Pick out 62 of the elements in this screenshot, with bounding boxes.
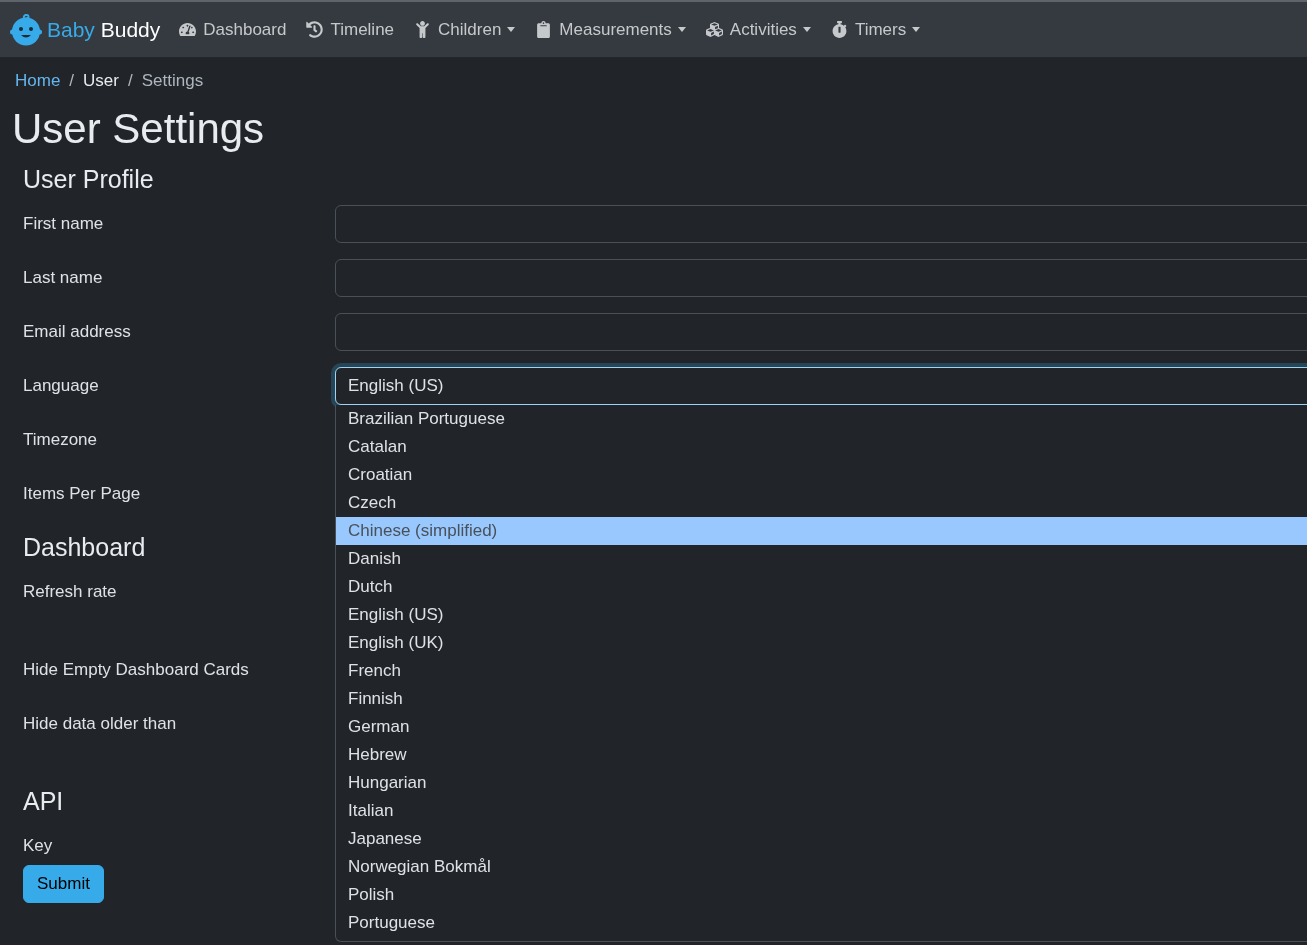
dropdown-option[interactable]: English (US): [336, 601, 1307, 629]
field-label: Hide Empty Dashboard Cards: [23, 659, 250, 681]
nav-link[interactable]: Activities: [695, 19, 821, 40]
dropdown-option[interactable]: Brazilian Portuguese: [336, 405, 1307, 433]
child-icon: [414, 21, 432, 38]
section-heading: Dashboard: [23, 532, 146, 562]
dropdown-option[interactable]: Norwegian Bokmål: [336, 853, 1307, 881]
field-label: Last name: [23, 267, 104, 289]
gauge-icon: [179, 21, 197, 38]
breadcrumb-text: User: [83, 70, 119, 92]
baby-face-icon: [10, 13, 42, 46]
dropdown-option[interactable]: Japanese: [336, 825, 1307, 853]
field-label: Items Per Page: [23, 483, 142, 505]
clipboard-icon: [535, 21, 553, 38]
dropdown-option[interactable]: Dutch: [336, 573, 1307, 601]
field-label: Key: [23, 835, 54, 857]
dropdown-option[interactable]: Catalan: [336, 433, 1307, 461]
page-title: User Settings: [12, 105, 265, 153]
dropdown-option[interactable]: German: [336, 713, 1307, 741]
submit-button[interactable]: Submit: [23, 865, 104, 903]
dropdown-option[interactable]: Hebrew: [336, 741, 1307, 769]
breadcrumb-separator: /: [128, 70, 133, 92]
caret-icon: [677, 27, 686, 32]
dropdown-option[interactable]: Hungarian: [336, 769, 1307, 797]
nav-link[interactable]: Timers: [820, 19, 931, 40]
section-heading: API: [23, 786, 64, 816]
cubes-icon: [705, 21, 723, 38]
nav-link[interactable]: Children: [404, 19, 526, 40]
caret-icon: [507, 27, 516, 32]
dropdown-option[interactable]: Croatian: [336, 461, 1307, 489]
dropdown-option[interactable]: Polish: [336, 881, 1307, 909]
field-label: Refresh rate: [23, 581, 118, 603]
nav-link[interactable]: Dashboard: [169, 19, 297, 40]
dropdown-option[interactable]: Chinese (simplified): [336, 517, 1307, 545]
dropdown-option[interactable]: Italian: [336, 797, 1307, 825]
dropdown-option[interactable]: French: [336, 657, 1307, 685]
nav-link[interactable]: Timeline: [296, 19, 405, 40]
field-label: Email address: [23, 321, 132, 343]
dropdown-option[interactable]: Portuguese: [336, 909, 1307, 937]
language-select[interactable]: English (US): [335, 367, 1307, 405]
breadcrumb-separator: /: [69, 70, 75, 92]
dropdown-option[interactable]: Czech: [336, 489, 1307, 517]
dropdown-option[interactable]: English (UK): [336, 629, 1307, 657]
history-icon: [306, 21, 324, 38]
dropdown-option[interactable]: Danish: [336, 545, 1307, 573]
breadcrumb-text: Settings: [141, 70, 204, 92]
field-label: Language: [23, 375, 100, 397]
caret-icon: [912, 27, 921, 32]
breadcrumb-link[interactable]: Home: [15, 69, 61, 93]
input-field[interactable]: [335, 313, 1307, 351]
nav-link[interactable]: Measurements: [525, 19, 696, 40]
stopwatch-icon: [830, 21, 848, 38]
dropdown-option[interactable]: Finnish: [336, 685, 1307, 713]
caret-icon: [802, 27, 811, 32]
field-label: Timezone: [23, 429, 98, 451]
field-label: First name: [23, 213, 105, 235]
input-field[interactable]: [335, 259, 1307, 297]
section-heading: User Profile: [23, 164, 154, 194]
brand-link[interactable]: Baby Buddy: [10, 13, 161, 46]
field-label: Hide data older than: [23, 713, 178, 735]
brand-name: Baby Buddy: [47, 17, 161, 42]
input-field[interactable]: [335, 205, 1307, 243]
